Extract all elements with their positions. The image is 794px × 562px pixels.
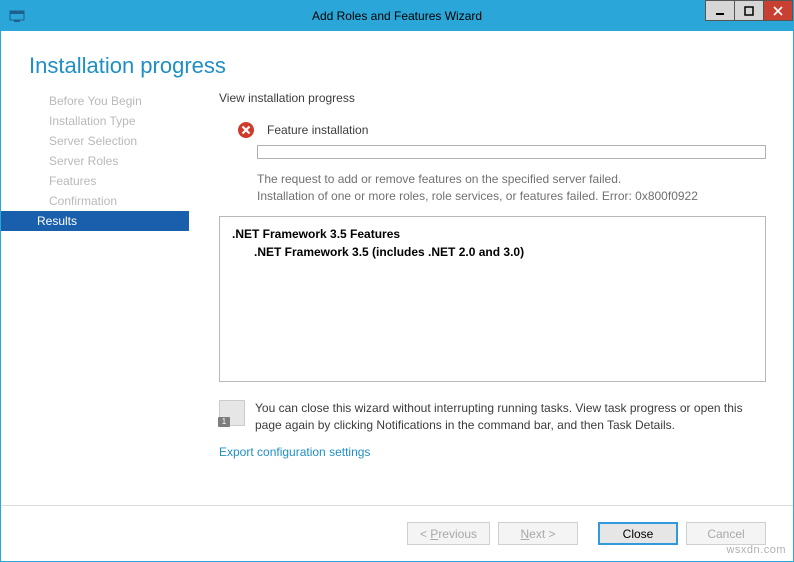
sidebar-item-label: Installation Type xyxy=(49,114,136,128)
button-label: < Previous xyxy=(420,527,477,541)
window-title: Add Roles and Features Wizard xyxy=(1,9,793,23)
feature-list: .NET Framework 3.5 Features .NET Framewo… xyxy=(219,216,766,382)
error-icon xyxy=(237,121,255,139)
sidebar-item-results: Results xyxy=(1,211,189,231)
footer: < Previous Next > Close Cancel xyxy=(1,505,793,561)
close-button[interactable]: Close xyxy=(598,522,678,545)
sidebar-item-label: Server Roles xyxy=(49,154,118,168)
client-area: Installation progress Before You Begin I… xyxy=(1,31,793,561)
content-area: View installation progress Feature insta… xyxy=(189,91,766,505)
sidebar-item-label: Features xyxy=(49,174,96,188)
sidebar-item-confirmation: Confirmation xyxy=(1,191,189,211)
export-config-link[interactable]: Export configuration settings xyxy=(219,445,766,459)
content-subtitle: View installation progress xyxy=(219,91,766,105)
server-manager-icon xyxy=(9,8,25,24)
wizard-window: Add Roles and Features Wizard Installati… xyxy=(0,0,794,562)
status-row: Feature installation xyxy=(219,121,766,139)
feature-child: .NET Framework 3.5 (includes .NET 2.0 an… xyxy=(232,245,753,259)
sidebar-item-server-selection: Server Selection xyxy=(1,131,189,151)
progress-bar xyxy=(257,145,766,159)
sidebar-item-label: Server Selection xyxy=(49,134,137,148)
page-header: Installation progress xyxy=(1,31,793,91)
titlebar[interactable]: Add Roles and Features Wizard xyxy=(1,1,793,31)
error-line-1: The request to add or remove features on… xyxy=(257,171,766,188)
next-button: Next > xyxy=(498,522,578,545)
previous-button: < Previous xyxy=(407,522,490,545)
close-window-button[interactable] xyxy=(763,0,793,21)
maximize-button[interactable] xyxy=(734,0,764,21)
info-row: 1 You can close this wizard without inte… xyxy=(219,400,766,435)
wizard-sidebar: Before You Begin Installation Type Serve… xyxy=(1,91,189,505)
body: Before You Begin Installation Type Serve… xyxy=(1,91,793,505)
sidebar-item-label: Before You Begin xyxy=(49,94,142,108)
page-title: Installation progress xyxy=(29,53,793,79)
minimize-button[interactable] xyxy=(705,0,735,21)
sidebar-item-installation-type: Installation Type xyxy=(1,111,189,131)
cancel-button: Cancel xyxy=(686,522,766,545)
feature-parent: .NET Framework 3.5 Features xyxy=(232,227,753,241)
sidebar-item-before-you-begin: Before You Begin xyxy=(1,91,189,111)
sidebar-item-features: Features xyxy=(1,171,189,191)
status-text: Feature installation xyxy=(267,123,368,137)
info-text: You can close this wizard without interr… xyxy=(255,400,766,435)
window-controls xyxy=(706,0,793,21)
sidebar-item-server-roles: Server Roles xyxy=(1,151,189,171)
error-line-2: Installation of one or more roles, role … xyxy=(257,188,766,205)
notifications-icon: 1 xyxy=(219,400,245,426)
progress-wrap xyxy=(219,145,766,159)
sidebar-item-label: Results xyxy=(37,214,77,228)
error-message: The request to add or remove features on… xyxy=(219,171,766,206)
sidebar-item-label: Confirmation xyxy=(49,194,117,208)
notifications-badge: 1 xyxy=(218,417,230,427)
button-label: Next > xyxy=(520,527,555,541)
